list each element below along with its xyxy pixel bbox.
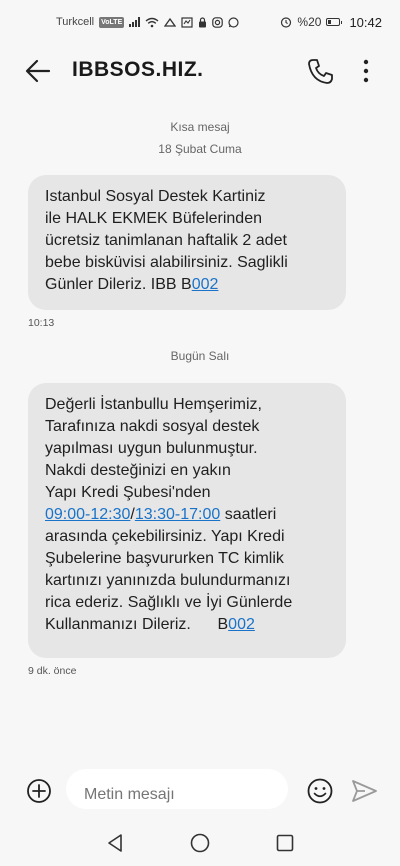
message-line: Tarafınıza nakdi sosyal destek [45,418,260,435]
message-line: ücretsiz tanimlanan haftalik 2 adet [45,232,287,249]
signal-icon [129,17,141,27]
send-icon[interactable] [350,778,378,804]
status-left: Turkcell VoLTE [56,16,239,28]
message-link[interactable]: 002 [228,616,255,633]
contact-title: IBBSOS.HIZ. [72,58,204,81]
carrier-label: Turkcell [56,16,95,28]
message-input[interactable] [66,769,288,809]
system-nav-bar [0,820,400,866]
message-line: 09:00-12:30/13:30-17:00 saatleri [45,504,328,526]
status-bar: Turkcell VoLTE %20 10:42 [0,0,400,44]
message-text: saatleri [220,506,277,523]
message-line: Günler Dileriz. IBB B002 [45,274,328,296]
message-text: Günler Dileriz. IBB B [45,276,192,293]
battery-percent: %20 [297,15,322,29]
volte-badge: VoLTE [99,16,125,28]
message-line: Değerli İstanbullu Hemşerimiz, [45,396,262,413]
whatsapp-icon [228,16,239,28]
message-bubble[interactable]: Istanbul Sosyal Destek Kartiniz ile HALK… [28,175,346,310]
message-line: Istanbul Sosyal Destek Kartiniz [45,188,266,205]
message-text: Kullanmanızı Dileriz. B [45,616,229,633]
message-timestamp: 9 dk. önce [28,665,77,677]
message-timestamp: 10:13 [28,317,55,329]
nav-back-icon[interactable] [106,833,124,853]
nav-recents-icon[interactable] [276,834,294,852]
clock: 10:42 [349,14,382,30]
nav-home-icon[interactable] [190,833,210,853]
emoji-icon[interactable] [306,777,334,805]
message-line: rica ederiz. Sağlıklı ve İyi Günlerde [45,594,293,611]
app-header: IBBSOS.HIZ. [0,44,400,98]
message-line: kartınızı yanınızda bulundurmanızı [45,572,291,589]
message-line: yapılması uygun bulunmuştur. [45,440,258,457]
message-date: Bugün Salı [170,349,230,363]
message-line: Nakdi desteğinizi en yakın [45,462,231,479]
back-arrow-icon[interactable] [24,58,52,84]
message-line: Kullanmanızı Dileriz. B002 [45,614,328,636]
phone-icon[interactable] [306,56,334,86]
message-link[interactable]: 002 [192,276,219,293]
notification-icon [164,17,177,27]
hours-link[interactable]: 13:30-17:00 [135,506,220,523]
alarm-icon [281,17,292,28]
chart-icon [181,16,193,28]
add-attachment-icon[interactable] [26,778,52,804]
instagram-icon [212,16,224,28]
battery-icon [326,18,343,26]
hours-link[interactable]: 09:00-12:30 [45,506,130,523]
lock-icon [199,16,207,27]
message-bubble[interactable]: Değerli İstanbullu Hemşerimiz, Tarafınız… [28,383,346,658]
message-line: arasında çekebilirsiniz. Yapı Kredi [45,528,285,545]
composer-bar [0,760,400,820]
status-right: %20 10:42 [280,15,382,30]
message-date: 18 Şubat Cuma [158,142,242,156]
message-line: Yapı Kredi Şubesi'nden [45,484,211,501]
message-line: bebe bisküvisi alabilirsiniz. Saglikli [45,254,288,271]
message-line: Şubelerine başvururken TC kimlik [45,550,284,567]
more-vert-icon[interactable] [356,58,376,84]
thread-type-label: Kısa mesaj [170,120,230,134]
message-line: ile HALK EKMEK Büfelerinden [45,210,262,227]
wifi-icon [145,17,159,27]
